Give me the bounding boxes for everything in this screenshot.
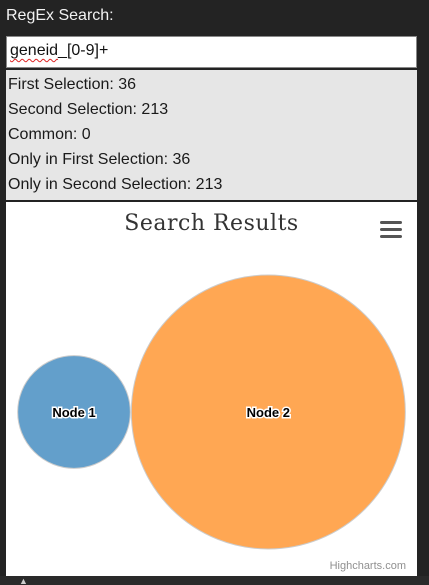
- regex-search-panel: RegEx Search: geneid_[0-9]+ First Select…: [0, 0, 429, 585]
- search-value-rest: _[0-9]+: [58, 42, 109, 59]
- venn-chart: Node 1 Node 2 Search Results Highcharts.c…: [6, 202, 417, 576]
- second-selection-stat: Second Selection: 213: [8, 101, 169, 118]
- venn-label-1: Node 1: [52, 405, 95, 420]
- only-first-stat: Only in First Selection: 36: [8, 151, 191, 168]
- panel-title: RegEx Search:: [6, 7, 114, 24]
- first-selection-stat: First Selection: 36: [8, 76, 137, 93]
- regex-search-input[interactable]: geneid_[0-9]+: [6, 36, 417, 68]
- venn-chart-svg: Node 1 Node 2: [17, 274, 406, 550]
- only-second-stat: Only in Second Selection: 213: [8, 176, 223, 193]
- common-stat: Common: 0: [8, 126, 91, 143]
- hamburger-menu-icon[interactable]: [380, 221, 402, 239]
- selection-stats: First Selection: 36 Second Selection: 21…: [6, 70, 417, 200]
- search-value-word: geneid: [10, 42, 59, 59]
- bottom-strip: [0, 576, 429, 585]
- resize-handle-icon[interactable]: ▲: [19, 577, 28, 585]
- chart-title: Search Results: [124, 211, 299, 236]
- venn-label-2: Node 2: [247, 405, 290, 420]
- highcharts-credits-link[interactable]: Highcharts.com: [330, 560, 406, 572]
